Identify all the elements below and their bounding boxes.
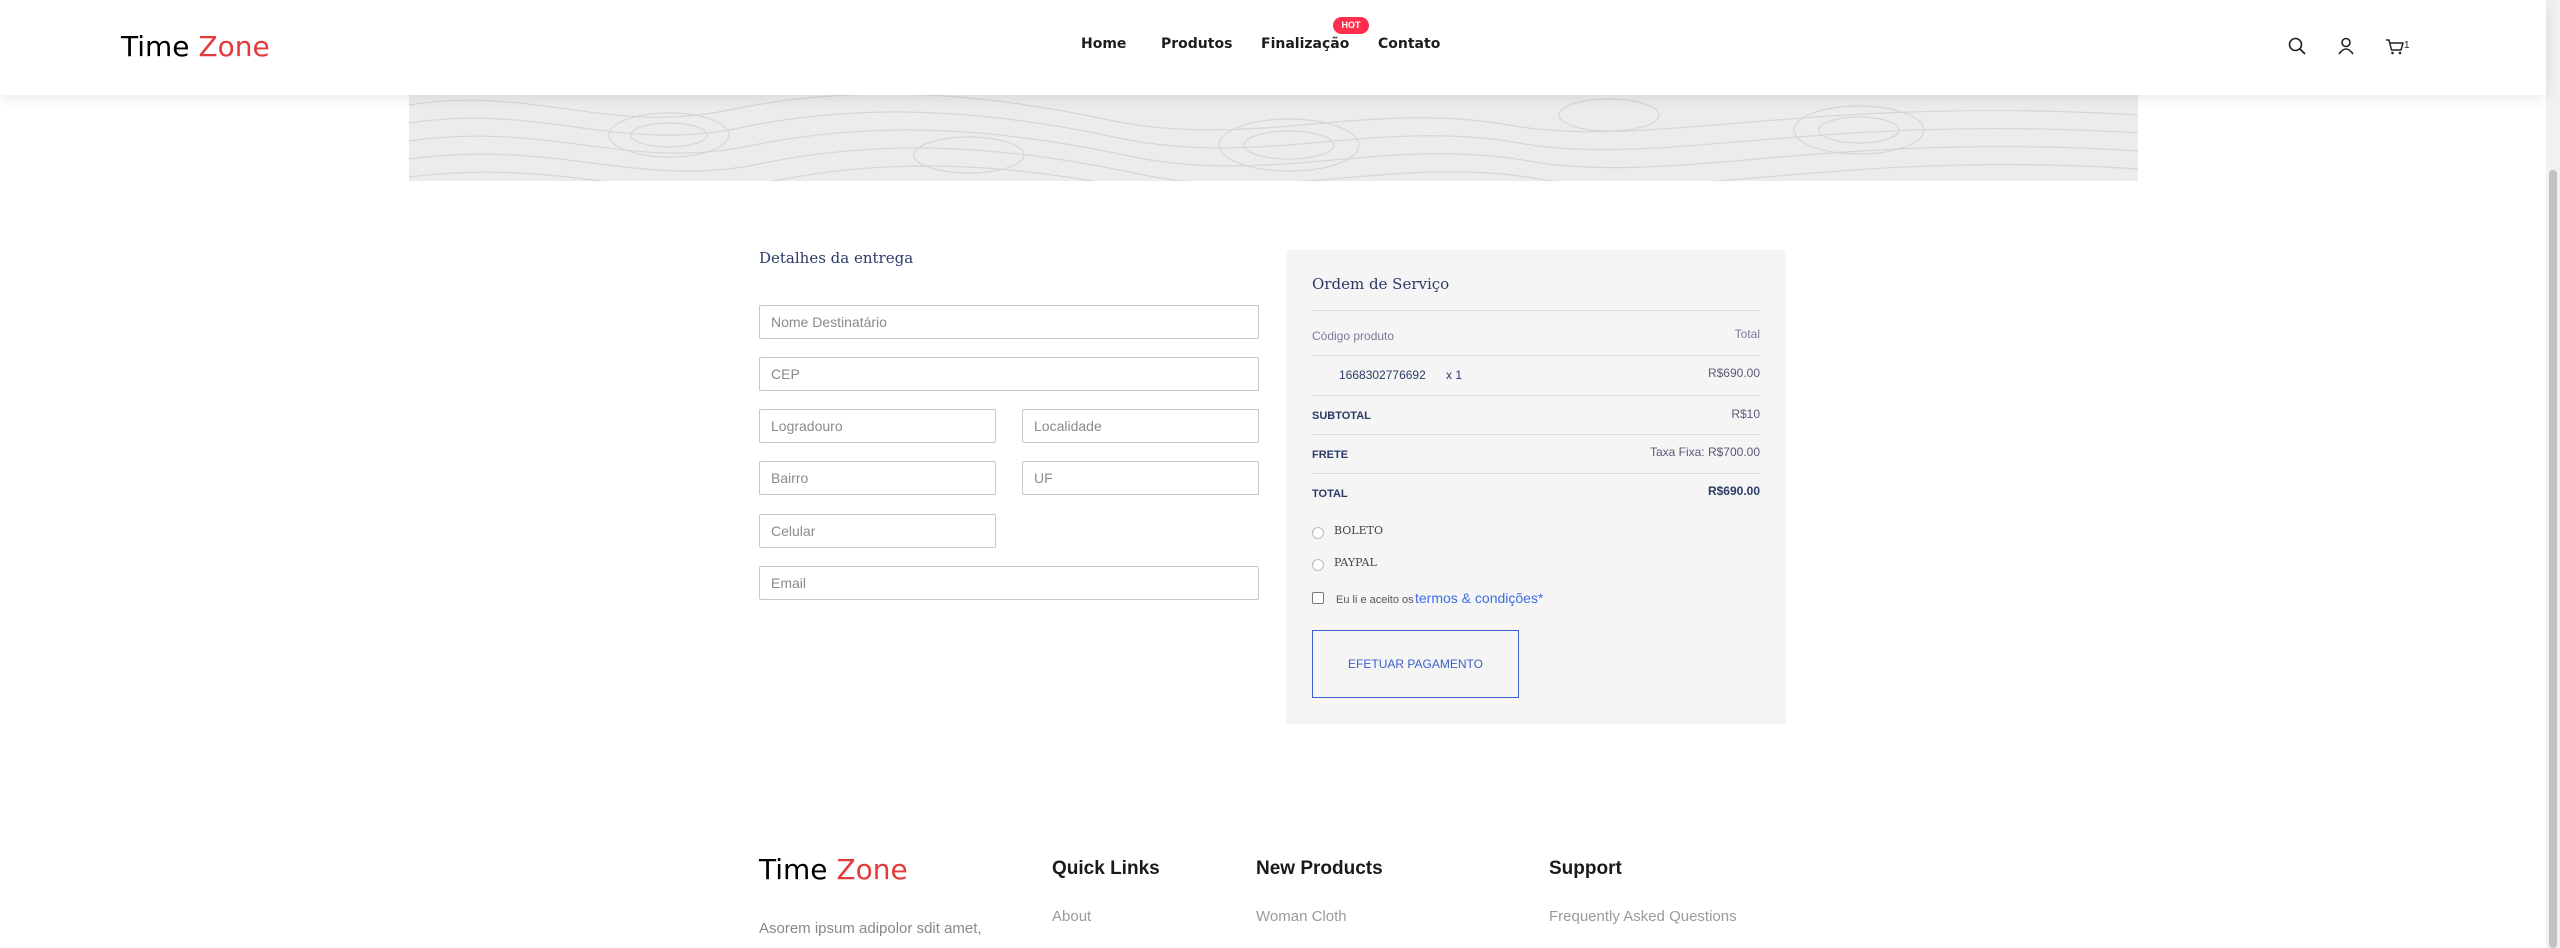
paypal-radio[interactable] — [1312, 559, 1324, 571]
footer-logo-first: Time — [759, 853, 828, 886]
user-icon[interactable] — [2334, 34, 2358, 58]
boleto-radio[interactable] — [1312, 527, 1324, 539]
nav-home[interactable]: Home — [1081, 36, 1126, 52]
order-title: Ordem de Serviço — [1312, 275, 1450, 293]
support-title: Support — [1549, 858, 1622, 879]
product-total: R$690.00 — [1707, 366, 1760, 380]
divider — [1312, 355, 1760, 356]
state-field[interactable] — [1022, 461, 1259, 495]
divider — [1312, 395, 1760, 396]
cart-icon[interactable]: 1 — [2384, 34, 2414, 58]
terms-checkbox[interactable] — [1312, 592, 1324, 604]
paypal-label[interactable]: PAYPAL — [1334, 556, 1377, 569]
page-banner — [409, 95, 2138, 181]
product-code: 1668302776692 — [1339, 368, 1426, 382]
order-summary: Ordem de Serviço Código produto Total 16… — [1286, 250, 1786, 724]
city-field[interactable] — [1022, 409, 1259, 443]
terms-prefix: Eu li e aceito os — [1336, 594, 1414, 606]
scrollbar-thumb[interactable] — [2549, 170, 2557, 948]
brand-logo[interactable]: Time Zone — [121, 30, 270, 63]
footer-link-faq[interactable]: Frequently Asked Questions — [1549, 908, 1737, 925]
frete-value: Taxa Fixa: R$700.00 — [1649, 445, 1760, 459]
footer-link-woman-cloth[interactable]: Woman Cloth — [1256, 908, 1347, 925]
footer-link-about[interactable]: About — [1052, 908, 1091, 925]
total-value: R$690.00 — [1707, 484, 1760, 498]
subtotal-value: R$10 — [1731, 407, 1760, 421]
quick-links-title: Quick Links — [1052, 858, 1160, 879]
cep-field[interactable] — [759, 357, 1259, 391]
divider — [1312, 473, 1760, 474]
nav-produtos[interactable]: Produtos — [1161, 36, 1232, 52]
phone-field[interactable] — [759, 514, 996, 548]
brand-logo-first: Time — [121, 30, 190, 63]
order-header-total: Total — [1734, 327, 1760, 341]
site-header: Time Zone Home Produtos Finalização Cont… — [0, 0, 2546, 95]
brand-logo-second: Zone — [198, 30, 270, 63]
order-header-code: Código produto — [1312, 329, 1395, 343]
boleto-label[interactable]: BOLETO — [1334, 524, 1383, 537]
total-label: TOTAL — [1312, 488, 1348, 500]
district-field[interactable] — [759, 461, 996, 495]
divider — [1312, 434, 1760, 435]
footer-description: Asorem ipsum adipolor sdit amet, — [759, 920, 982, 937]
nav-contato[interactable]: Contato — [1378, 36, 1440, 52]
email-field[interactable] — [759, 566, 1259, 600]
topographic-pattern — [409, 95, 2138, 181]
product-qty: x 1 — [1446, 368, 1463, 382]
footer-logo[interactable]: Time Zone — [759, 853, 908, 886]
terms-link[interactable]: termos & condições* — [1415, 590, 1543, 606]
recipient-name-field[interactable] — [759, 305, 1259, 339]
cart-count: 1 — [2404, 40, 2410, 51]
delivery-title: Detalhes da entrega — [759, 249, 914, 267]
search-icon[interactable] — [2285, 34, 2309, 58]
street-field[interactable] — [759, 409, 996, 443]
frete-label: FRETE — [1312, 449, 1349, 461]
footer-link-cut[interactable] — [1052, 940, 1172, 948]
subtotal-label: SUBTOTAL — [1312, 410, 1371, 422]
divider — [1312, 310, 1760, 311]
pay-button[interactable]: Efetuar Pagamento — [1312, 630, 1519, 698]
footer-logo-second: Zone — [836, 853, 908, 886]
new-products-title: New Products — [1256, 858, 1383, 879]
nav-finalizacao[interactable]: Finalização — [1261, 36, 1349, 52]
hot-badge: HOT — [1333, 17, 1369, 34]
